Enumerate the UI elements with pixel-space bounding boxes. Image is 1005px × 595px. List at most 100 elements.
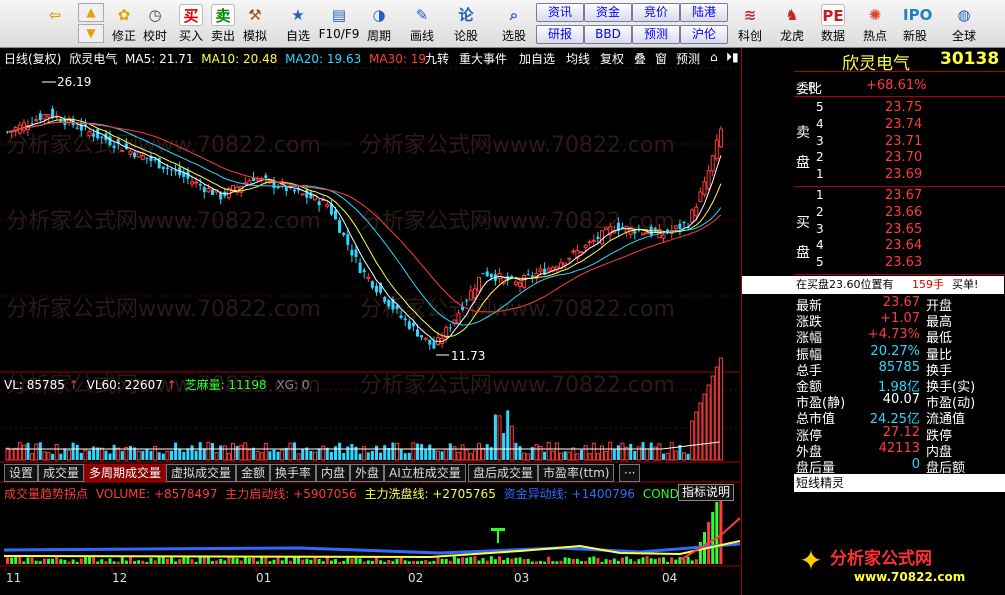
toolbar-globe-button[interactable]: ◍ 全球 [944, 2, 984, 46]
volume-bar [157, 452, 161, 460]
indicator-tab-9[interactable]: 盘后成交量 [468, 464, 539, 482]
volume-bar [75, 444, 79, 460]
indicator-tab-2[interactable]: 多周期成交量 [84, 464, 167, 482]
globe-icon: ◍ [957, 6, 971, 24]
sell-level: 2 [816, 150, 824, 165]
buy-price[interactable]: 23.64 [885, 238, 922, 253]
indicator-bar [666, 561, 670, 564]
indicator-bar [350, 558, 354, 564]
candle-body [645, 232, 650, 235]
quick-button-0[interactable]: 资讯 [536, 3, 584, 22]
indicator-tab-8[interactable]: AI立桩成交量 [384, 464, 466, 482]
kline-chart-area[interactable]: 日线(复权) 欣灵电气 MA5: 21.71 MA10: 20.48 MA20:… [0, 48, 759, 593]
volume-bar [460, 444, 465, 461]
buy-price[interactable]: 23.67 [885, 188, 922, 203]
stat-value: 40.07 [882, 392, 920, 408]
toolbar-flame-button[interactable]: ✺ 热点 [860, 2, 890, 46]
indicator-bar [124, 560, 128, 564]
indicator-bar [96, 561, 100, 564]
indicator-bar [674, 559, 678, 564]
sell-side-label: 卖盘 [796, 125, 810, 171]
indicator-help-button[interactable]: 指标说明 [678, 484, 735, 501]
toolbar-pe-button[interactable]: PE 数据 [818, 2, 848, 46]
indicator-bar [276, 557, 280, 564]
indicator-bar [481, 558, 485, 564]
indicator-bar [264, 557, 268, 564]
candle-body [51, 108, 55, 118]
indicator-bar [424, 560, 428, 564]
indicator-tab-3[interactable]: 虚拟成交量 [166, 464, 237, 482]
indicator-bar [465, 557, 469, 564]
quick-button-4[interactable]: 研报 [536, 25, 584, 44]
volume-bar [641, 442, 645, 460]
toolbar-buy-button[interactable]: 买买入 [176, 2, 206, 46]
toolbar-sell-button[interactable]: 卖卖出 [208, 2, 238, 46]
toolbar-star-button[interactable]: ★ 自选 [282, 2, 314, 46]
sell-price[interactable]: 23.71 [885, 134, 922, 149]
indicator-bar [71, 559, 75, 564]
month-label: 03 [514, 571, 529, 585]
quick-button-5[interactable]: BBD [584, 25, 632, 44]
buy-price[interactable]: 23.65 [885, 222, 922, 237]
quick-button-7[interactable]: 沪伦 [680, 25, 728, 44]
sell-price[interactable]: 23.75 [885, 100, 922, 115]
down-arrow-icon[interactable]: ▼ [78, 24, 104, 43]
toolbar-clock-button[interactable]: ◷ 校时 [140, 2, 170, 46]
up-arrow-icon[interactable]: ▲ [78, 3, 104, 22]
toolbar-pencil-button[interactable]: ✎ 画线 [408, 2, 436, 46]
toolbar-search-button[interactable]: ⌕ 选股 [496, 2, 532, 46]
toolbar-hammer-button[interactable]: ⚒ 模拟 [240, 2, 270, 46]
indicator-tab-0[interactable]: 设置 [4, 464, 39, 482]
candle-body [334, 210, 337, 220]
indicator-tab-11[interactable]: ··· [619, 464, 641, 482]
watermark-text: 分析家公式网www.70822.com [6, 133, 321, 158]
candle-body [416, 329, 419, 337]
buy-price[interactable]: 23.63 [885, 255, 922, 270]
main-wash-value: 主力洗盘线: +2705765 [364, 487, 496, 501]
quick-button-1[interactable]: 资金 [584, 3, 632, 22]
candle-body [284, 186, 288, 192]
indicator-tab-5[interactable]: 换手率 [270, 464, 317, 482]
toolbar-discuss-button[interactable]: 论论股 [450, 2, 482, 46]
candle-body [706, 170, 711, 190]
sell-price[interactable]: 23.70 [885, 150, 922, 165]
toolbar-f10-button[interactable]: ▤ F10/F9 [318, 2, 360, 46]
volume-bar [629, 443, 633, 460]
indicator-tab-7[interactable]: 外盘 [350, 464, 385, 482]
indicator-bar [395, 558, 399, 564]
quick-button-6[interactable]: 预测 [632, 25, 680, 44]
sell-price[interactable]: 23.74 [885, 117, 922, 132]
indicator-tab-6[interactable]: 内盘 [316, 464, 351, 482]
indicator-bar [329, 560, 333, 564]
toolbar-label: 画线 [409, 29, 434, 43]
toolbar-science-button[interactable]: ≋ 科创 [734, 2, 766, 46]
candle-body [481, 273, 485, 275]
month-label: 11 [6, 571, 21, 585]
indicator-bar [514, 557, 518, 564]
toolbar-ipo-button[interactable]: IPO 新股 [900, 2, 932, 46]
toolbar-repair-button[interactable]: ✿ 修正 [110, 2, 138, 46]
candle-body [75, 127, 79, 129]
kline-svg[interactable]: 分析家公式网www.70822.com 分析家公式网www.70822.com 分析… [0, 48, 740, 593]
volume-bar [222, 445, 227, 461]
short-term-title[interactable]: 短线精灵 [794, 474, 1005, 492]
up-down-buttons[interactable]: ▲ ▼ [78, 3, 104, 43]
volume-bar [436, 450, 440, 461]
quick-button-3[interactable]: 陆港 [680, 3, 728, 22]
indicator-tab-1[interactable]: 成交量 [38, 464, 85, 482]
buy-price[interactable]: 23.66 [885, 205, 922, 220]
indicator-bar [625, 556, 629, 564]
indicator-tab-4[interactable]: 金额 [236, 464, 271, 482]
sell-price[interactable]: 23.69 [885, 167, 922, 182]
indicator-bar [407, 561, 411, 564]
toolbar-dragon-button[interactable]: ♞ 龙虎 [774, 2, 810, 46]
toolbar-cycle-button[interactable]: ◑ 周期 [362, 2, 396, 46]
indicator-bar [498, 556, 501, 564]
indicator-bar [436, 556, 440, 564]
indicator-tab-10[interactable]: 市盈率(ttm) [538, 464, 615, 482]
indicator-bar [288, 560, 292, 564]
volume-bar [325, 447, 329, 460]
toolbar-back-arrow-button[interactable]: ⇦ [40, 2, 70, 46]
candle-body [633, 231, 637, 234]
quick-button-2[interactable]: 竞价 [632, 3, 680, 22]
